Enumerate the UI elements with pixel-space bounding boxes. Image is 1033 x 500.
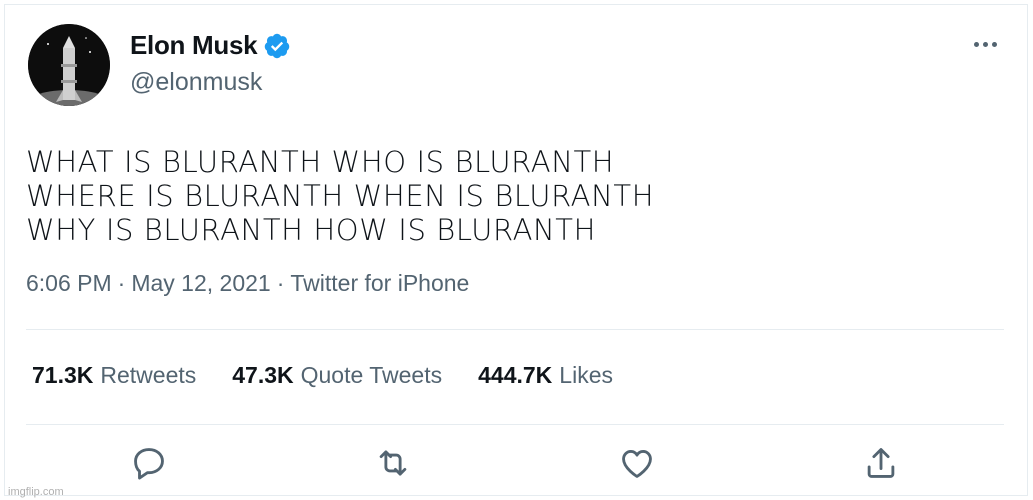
dot-icon bbox=[983, 42, 988, 47]
reply-button[interactable] bbox=[130, 444, 168, 482]
stat-label: Quote Tweets bbox=[300, 362, 443, 388]
author-handle[interactable]: @elonmusk bbox=[130, 68, 262, 97]
divider bbox=[26, 329, 1004, 330]
retweet-icon bbox=[379, 450, 407, 476]
more-options-button[interactable] bbox=[974, 42, 997, 47]
dot-icon bbox=[974, 42, 979, 47]
tweet-meta: 6:06 PM · May 12, 2021 · Twitter for iPh… bbox=[26, 270, 469, 297]
author-name[interactable]: Elon Musk bbox=[130, 30, 258, 61]
avatar[interactable] bbox=[28, 24, 110, 106]
like-icon bbox=[622, 450, 652, 478]
tweet-line: WHY IS BLURANTH HOW IS BLURANTH bbox=[26, 213, 597, 247]
meta-separator: · bbox=[117, 270, 126, 296]
stat-count: 71.3K bbox=[32, 362, 94, 388]
tweet-stats: 71.3K Retweets 47.3K Quote Tweets 444.7K… bbox=[32, 362, 613, 389]
quote-tweets-stat[interactable]: 47.3K Quote Tweets bbox=[232, 362, 442, 389]
tweet-line: WHAT IS BLURANTH WHO IS BLURANTH bbox=[26, 145, 615, 179]
stat-label: Retweets bbox=[100, 362, 197, 388]
retweets-stat[interactable]: 71.3K Retweets bbox=[32, 362, 196, 389]
watermark: imgflip.com bbox=[8, 486, 64, 498]
tweet-text: WHAT IS BLURANTH WHO IS BLURANTH WHERE I… bbox=[26, 145, 926, 247]
tweet-date[interactable]: May 12, 2021 bbox=[131, 270, 270, 297]
author-name-row: Elon Musk bbox=[130, 30, 291, 61]
likes-stat[interactable]: 444.7K Likes bbox=[478, 362, 613, 389]
like-button[interactable] bbox=[618, 444, 656, 482]
stat-count: 47.3K bbox=[232, 362, 294, 388]
tweet-actions bbox=[0, 444, 1033, 484]
share-icon bbox=[867, 448, 895, 478]
tweet-line: WHERE IS BLURANTH WHEN IS BLURANTH bbox=[26, 179, 655, 213]
verified-badge-icon bbox=[265, 33, 290, 58]
dot-icon bbox=[992, 42, 997, 47]
divider bbox=[26, 424, 1004, 425]
meta-separator: · bbox=[276, 270, 285, 296]
tweet-source[interactable]: Twitter for iPhone bbox=[290, 270, 469, 297]
stat-count: 444.7K bbox=[478, 362, 553, 388]
avatar-rocket-icon bbox=[28, 24, 110, 106]
tweet-time[interactable]: 6:06 PM bbox=[26, 270, 112, 297]
share-button[interactable] bbox=[862, 444, 900, 482]
retweet-button[interactable] bbox=[374, 444, 412, 482]
stat-label: Likes bbox=[559, 362, 613, 388]
reply-icon bbox=[134, 448, 164, 480]
